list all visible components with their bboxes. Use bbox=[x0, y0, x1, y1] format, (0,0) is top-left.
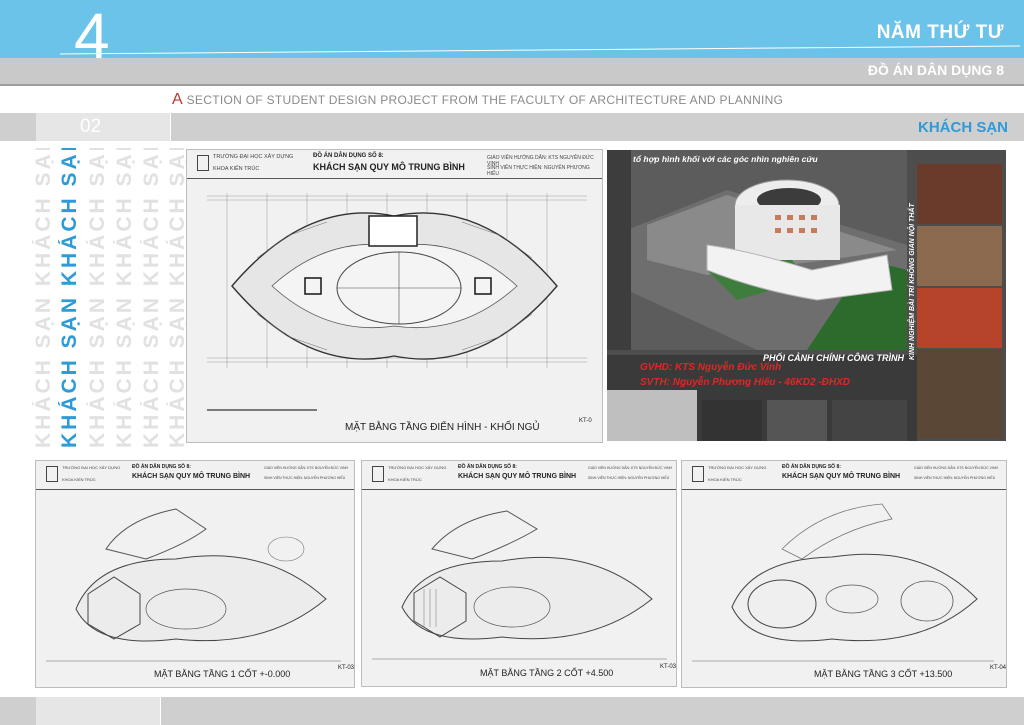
title-block: TRƯỜNG ĐẠI HỌC XÂY DỰNG KHOA KIẾN TRÚC Đ… bbox=[187, 150, 602, 179]
side-text-col-accent: KHÁCH SẠN KHÁCH SẠN bbox=[58, 148, 81, 448]
band-separator bbox=[170, 113, 171, 141]
page-number: 02 bbox=[80, 116, 102, 137]
school-name: TRƯỜNG ĐẠI HỌC XÂY DỰNG bbox=[62, 465, 121, 470]
sheet-caption: MẶT BẰNG TẦNG 2 CỐT +4.500 bbox=[480, 668, 614, 678]
sheet-code: KT-0 bbox=[579, 418, 592, 424]
sheet-code: KT-03 bbox=[660, 664, 677, 670]
section-initial: A bbox=[172, 91, 183, 108]
page-subtitle: ĐỒ ÁN DÂN DỤNG 8 bbox=[867, 62, 1004, 78]
floor-plan-drawing bbox=[207, 193, 587, 411]
student-line: SINH VIÊN THỰC HIỆN: NGUYỄN PHƯƠNG HIẾU bbox=[487, 165, 590, 177]
student-line: SINH VIÊN THỰC HIỆN: NGUYỄN PHƯƠNG HIẾU bbox=[588, 476, 670, 480]
tutor-credit: GVHD: KTS Nguyễn Đức Vinh bbox=[640, 362, 782, 373]
render-title: tổ hợp hình khối với các góc nhìn nghiên… bbox=[633, 154, 818, 164]
perspective-caption: PHỐI CẢNH CHÍNH CÔNG TRÌNH bbox=[763, 353, 904, 363]
tutor-line: GIÁO VIÊN HƯỚNG DẪN: KTS NGUYỄN ĐỨC VINH bbox=[264, 466, 349, 470]
school-logo bbox=[197, 155, 209, 171]
department-name: KHOA KIẾN TRÚC bbox=[62, 477, 96, 482]
project-name: KHÁCH SẠN QUY MÔ TRUNG BÌNH bbox=[132, 473, 251, 480]
side-text-col-5: KHÁCH SẠN KHÁCH SẠN bbox=[140, 148, 163, 448]
project-name: KHÁCH SẠN QUY MÔ TRUNG BÌNH bbox=[313, 162, 465, 172]
student-line: SINH VIÊN THỰC HIỆN: NGUYỄN PHƯƠNG HIẾU bbox=[914, 476, 996, 480]
side-text-col-3: KHÁCH SẠN KHÁCH SẠN bbox=[86, 148, 109, 448]
project-label: ĐỒ ÁN DÂN DỤNG SỐ 8: bbox=[782, 464, 841, 470]
department-name: KHOA KIẾN TRÚC bbox=[708, 477, 742, 482]
sheet-code: KT-03 bbox=[338, 665, 355, 671]
perspective-render: tổ hợp hình khối với các góc nhìn nghiên… bbox=[607, 150, 1006, 441]
sheet-caption: MẶT BẰNG TẦNG 3 CỐT +13.500 bbox=[814, 669, 953, 679]
project-label: ĐỒ ÁN DÂN DỤNG SỐ 8: bbox=[458, 464, 517, 470]
header-divider bbox=[0, 84, 1024, 86]
render-image bbox=[607, 150, 1006, 441]
title-block: TRƯỜNG ĐẠI HỌC XÂY DỰNG KHOA KIẾN TRÚC Đ… bbox=[682, 461, 1006, 490]
side-text-col-4: KHÁCH SẠN KHÁCH SẠN bbox=[113, 148, 136, 448]
typical-floor-plan-sheet: TRƯỜNG ĐẠI HỌC XÂY DỰNG KHOA KIẾN TRÚC Đ… bbox=[186, 149, 603, 443]
sheet-caption: MẶT BẰNG TẦNG 1 CỐT +-0.000 bbox=[154, 669, 291, 679]
sheet-code: KT-04 bbox=[990, 665, 1007, 671]
department-name: KHOA KIẾN TRÚC bbox=[388, 477, 422, 482]
page-title: NĂM THỨ TƯ bbox=[876, 22, 1004, 43]
floor-3-plan-sheet: TRƯỜNG ĐẠI HỌC XÂY DỰNG KHOA KIẾN TRÚC Đ… bbox=[681, 460, 1007, 688]
tutor-line: GIÁO VIÊN HƯỚNG DẪN: KTS NGUYỄN ĐỨC VINH bbox=[914, 466, 999, 470]
sheet-caption: MẶT BẰNG TẦNG ĐIỂN HÌNH - KHỐI NGỦ bbox=[345, 422, 540, 433]
school-logo bbox=[372, 466, 384, 482]
floor-1-plan-sheet: TRƯỜNG ĐẠI HỌC XÂY DỰNG KHOA KIẾN TRÚC Đ… bbox=[35, 460, 355, 688]
school-name: TRƯỜNG ĐẠI HỌC XÂY DỰNG bbox=[213, 154, 294, 160]
section-name: KHÁCH SẠN bbox=[918, 119, 1008, 136]
title-block: TRƯỜNG ĐẠI HỌC XÂY DỰNG KHOA KIẾN TRÚC Đ… bbox=[362, 461, 676, 490]
floor-2-plan-sheet: TRƯỜNG ĐẠI HỌC XÂY DỰNG KHOA KIẾN TRÚC Đ… bbox=[361, 460, 677, 687]
school-logo bbox=[46, 466, 58, 482]
year-number: 4 bbox=[74, 0, 110, 72]
title-block: TRƯỜNG ĐẠI HỌC XÂY DỰNG KHOA KIẾN TRÚC Đ… bbox=[36, 461, 354, 490]
tutor-line: GIÁO VIÊN HƯỚNG DẪN: KTS NGUYỄN ĐỨC VINH bbox=[588, 466, 673, 470]
side-text-col-1: KHÁCH SẠN KHÁCH SẠN bbox=[32, 148, 55, 448]
project-label: ĐỒ ÁN DÂN DỤNG SỐ 8: bbox=[313, 153, 384, 159]
floor-plan-drawing bbox=[46, 508, 341, 662]
project-label: ĐỒ ÁN DÂN DỤNG SỐ 8: bbox=[132, 464, 191, 470]
interior-label: KINH NGHIỆM BÀI TRÍ KHÔNG GIAN NỘI THẤT bbox=[909, 203, 916, 360]
floor-plan-drawing bbox=[692, 503, 994, 662]
footer-separator bbox=[160, 697, 161, 725]
section-description: A SECTION OF STUDENT DESIGN PROJECT FROM… bbox=[172, 91, 783, 109]
section-text: SECTION OF STUDENT DESIGN PROJECT FROM T… bbox=[182, 93, 784, 107]
project-name: KHÁCH SẠN QUY MÔ TRUNG BÌNH bbox=[782, 473, 901, 480]
page-number-box bbox=[36, 113, 170, 141]
school-logo bbox=[692, 466, 704, 482]
department-name: KHOA KIẾN TRÚC bbox=[213, 166, 260, 172]
footer-box bbox=[36, 697, 160, 725]
header-rule bbox=[60, 45, 1020, 55]
school-name: TRƯỜNG ĐẠI HỌC XÂY DỰNG bbox=[708, 465, 767, 470]
project-name: KHÁCH SẠN QUY MÔ TRUNG BÌNH bbox=[458, 473, 577, 480]
student-credit: SVTH: Nguyễn Phương Hiếu - 46KD2 -ĐHXD bbox=[640, 377, 850, 388]
student-line: SINH VIÊN THỰC HIỆN: NGUYỄN PHƯƠNG HIẾU bbox=[264, 476, 346, 480]
floor-plan-drawing bbox=[372, 510, 667, 660]
school-name: TRƯỜNG ĐẠI HỌC XÂY DỰNG bbox=[388, 465, 447, 470]
